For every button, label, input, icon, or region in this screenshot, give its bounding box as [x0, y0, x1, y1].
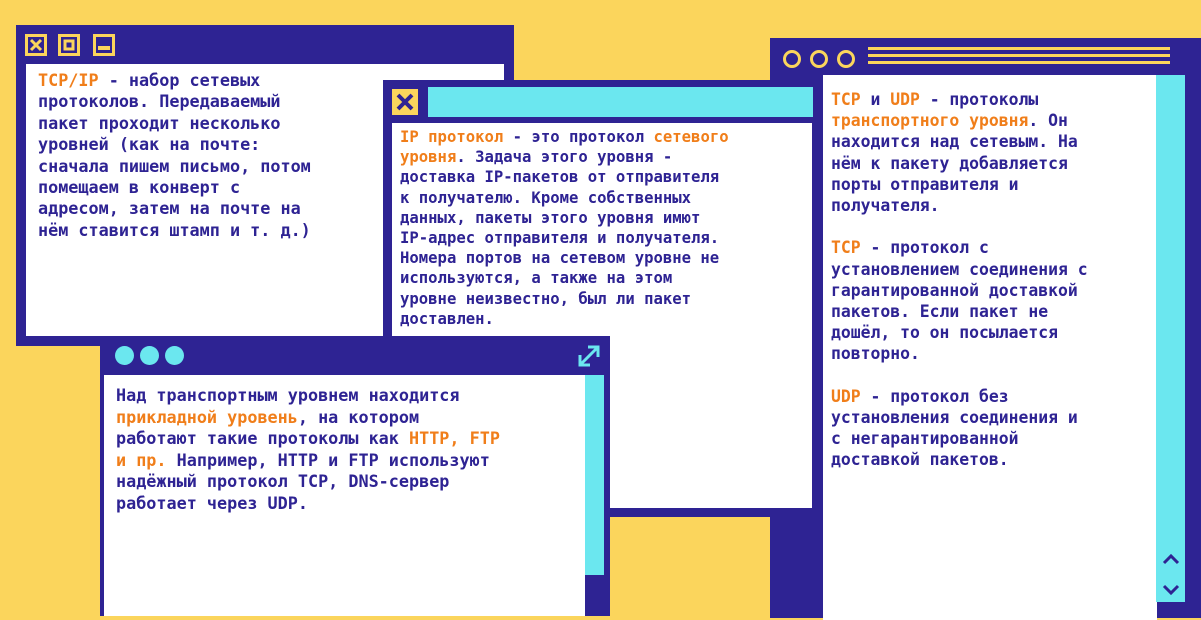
- highlight-term: UDP: [831, 386, 861, 406]
- window-control-icon[interactable]: [810, 50, 828, 68]
- application-window-content: Над транспортным уровнем находится прикл…: [104, 375, 585, 616]
- close-icon[interactable]: [25, 34, 47, 56]
- window-control-icon[interactable]: [783, 50, 801, 68]
- scrollbar-track[interactable]: [1156, 75, 1185, 585]
- highlight-term: TCP: [831, 90, 861, 109]
- body-text: - протоколы: [929, 90, 1039, 109]
- highlight-term: транспортного уровня: [831, 111, 1029, 131]
- body-text: - набор сетевых протоколов. Передаваемый…: [38, 70, 311, 240]
- window-control-icon[interactable]: [165, 346, 184, 365]
- body-text: и: [860, 90, 891, 109]
- window-control-icon[interactable]: [115, 346, 134, 365]
- body-text: . Задача этого уровня - доставка IP-паке…: [400, 148, 720, 328]
- body-text: - протокол без установления соединения и…: [831, 386, 1078, 470]
- highlight-term: IP протокол: [400, 128, 504, 146]
- highlight-term: прикладной уровень: [116, 406, 298, 427]
- window-control-icon[interactable]: [837, 50, 855, 68]
- title-stripe: [868, 54, 1170, 57]
- expand-icon[interactable]: [576, 343, 602, 369]
- title-stripe: [868, 61, 1170, 64]
- window-control-icon[interactable]: [140, 346, 159, 365]
- body-text: Например, HTTP и FTP используют надёжный…: [116, 449, 490, 513]
- chevron-down-icon[interactable]: [1156, 577, 1185, 602]
- scrollbar-track[interactable]: [585, 375, 604, 575]
- transport-paragraph: TCP и UDP - протоколы транспортного уров…: [831, 89, 1153, 216]
- highlight-term: TCP: [831, 238, 861, 258]
- body-text: - протокол с установлением соединения с …: [831, 238, 1088, 364]
- highlight-term: TCP/IP: [38, 70, 99, 90]
- title-stripe: [868, 47, 1170, 50]
- tcp-paragraph: TCP - протокол с установлением соединени…: [831, 237, 1153, 364]
- transport-window-content: TCP и UDP - протоколы транспортного уров…: [823, 75, 1157, 620]
- udp-paragraph: UDP - протокол без установления соединен…: [831, 386, 1153, 471]
- minimize-icon[interactable]: [93, 34, 115, 56]
- chevron-up-icon[interactable]: [1156, 546, 1185, 571]
- application-text: Над транспортным уровнем находится прикл…: [116, 385, 579, 515]
- highlight-term: UDP: [890, 90, 920, 109]
- transport-window: TCP и UDP - протоколы транспортного уров…: [770, 38, 1201, 620]
- body-text: Над транспортным уровнем находится: [116, 385, 460, 405]
- ip-text: IP протокол - это протокол сетевого уров…: [400, 127, 806, 329]
- body-text: - это протокол: [503, 128, 654, 146]
- close-icon[interactable]: [392, 89, 418, 115]
- application-window: Над транспортным уровнем находится прикл…: [100, 336, 610, 616]
- title-bar-fill: [428, 87, 813, 117]
- maximize-icon[interactable]: [58, 34, 80, 56]
